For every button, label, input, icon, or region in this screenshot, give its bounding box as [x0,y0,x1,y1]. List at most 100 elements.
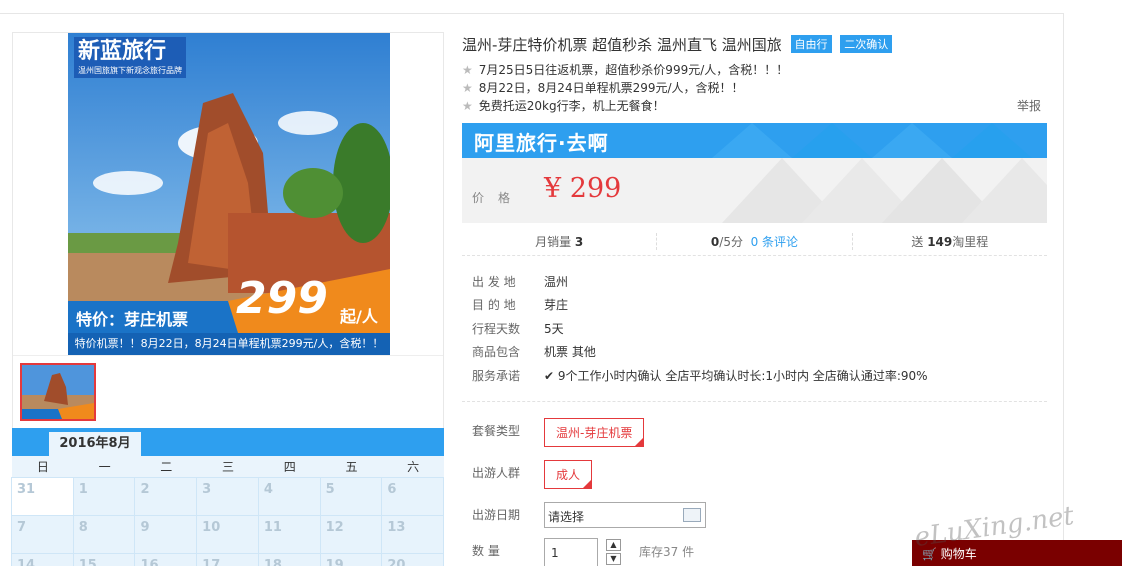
calendar-day[interactable]: 14 [11,553,74,566]
star-icon: ★ [462,99,473,113]
promo-price: 299 [236,273,328,324]
info-value: ✔ 9个工作小时内确认 全店平均确认时长:1小时内 全店确认通过率:90% [544,369,928,383]
reward-points: 送 149淘里程 [851,233,1047,250]
calendar-day[interactable]: 31 [11,477,74,516]
monthly-sales: 月销量 3 [462,233,656,250]
info-row-departure: 出 发 地 温州 [472,273,568,290]
calendar-weekdays: 日 一 二 三 四 五 六 [12,456,444,478]
calendar-day[interactable]: 1 [72,477,136,516]
info-label: 目 的 地 [472,298,516,312]
quantity-increase-button[interactable]: ▲ [606,539,621,551]
quantity-input[interactable]: 1 [544,538,598,566]
package-type-label: 套餐类型 [472,424,521,438]
monthly-sales-label: 月销量 [535,235,572,249]
points-suffix: 淘里程 [952,235,989,249]
calendar-day[interactable]: 7 [11,515,74,554]
price-value: ¥ 299 [544,173,622,204]
star-icon: ★ [462,81,473,95]
calendar-day[interactable]: 11 [257,515,321,554]
calendar-week-row: 31 1 2 3 4 5 6 [11,477,445,516]
promo-unit: 起/人 [340,307,378,326]
info-label: 商品包含 [472,345,521,359]
calendar-day[interactable]: 13 [381,515,445,554]
calendar-day[interactable]: 10 [196,515,259,554]
info-label: 出 发 地 [472,275,516,289]
reviews-link[interactable]: 0 条评论 [751,235,798,249]
promo-label: 特价：芽庄机票 [76,310,189,329]
logo-subtitle: 温州国旅旗下新观念旅行品牌 [78,66,182,75]
tag-free-travel: 自由行 [790,35,832,53]
rating-suffix: /5分 [719,235,743,249]
weekday: 三 [222,460,235,474]
info-row-days: 行程天数 5天 [472,320,564,337]
brand-logo: 新蓝旅行 温州国旅旗下新观念旅行品牌 [74,37,186,78]
calendar-day[interactable]: 8 [72,515,136,554]
calendar-day[interactable]: 3 [196,477,259,516]
rating: 0/5分 0 条评论 [656,233,851,250]
price-banner: 阿里旅行·去啊 价格 ¥ 299 [462,123,1047,223]
calendar-day[interactable]: 5 [319,477,383,516]
weekday: 二 [160,460,173,474]
cart-label: 购物车 [940,547,977,561]
monthly-sales-value: 3 [574,235,584,249]
product-title-text: 温州-芽庄特价机票 超值秒杀 温州直飞 温州国旅 [462,36,782,54]
calendar-day[interactable]: 12 [319,515,383,554]
feature-item: ★ 免费托运20kg行李，机上无餐食！ [462,97,665,114]
info-value: 5天 [544,322,564,336]
package-option[interactable]: 温州-芽庄机票 [544,418,645,447]
info-value: 温州 [544,275,569,289]
calendar-day[interactable]: 18 [257,553,321,566]
stock-count: 库存37 件 [639,545,695,559]
points-value: 149 [927,235,953,249]
feature-item: ★ 7月25日5日往返机票，超值秒杀价999元/人，含税！！！ [462,61,788,78]
thumbnail-1[interactable] [20,363,96,421]
travel-date-select[interactable]: 请选择 [544,502,706,528]
calendar-day[interactable]: 6 [381,477,445,516]
points-prefix: 送 [911,235,924,249]
info-row-destination: 目 的 地 芽庄 [472,296,568,313]
calendar-day[interactable]: 17 [196,553,259,566]
feature-item: ★ 8月22日，8月24日单程机票299元/人，含税！！ [462,79,744,96]
weekday: 日 [36,460,49,474]
info-value: 芽庄 [544,298,569,312]
calendar-day[interactable]: 15 [72,553,136,566]
calendar-day[interactable]: 16 [134,553,198,566]
info-row-includes: 商品包含 机票 其他 [472,343,596,360]
traveler-option[interactable]: 成人 [544,460,593,489]
calendar-header: 2016年8月 [12,428,444,456]
traveler-type-label: 出游人群 [472,466,521,480]
calendar-day[interactable]: 20 [381,553,445,566]
price-label: 价格 [472,191,525,205]
calendar-month-tab[interactable]: 2016年8月 [49,432,141,456]
main-product-image[interactable]: 新蓝旅行 温州国旅旗下新观念旅行品牌 特价：芽庄机票 299 起/人 特价机票！… [68,33,390,355]
feature-text: 8月22日，8月24日单程机票299元/人，含税！！ [478,81,744,95]
product-title: 温州-芽庄特价机票 超值秒杀 温州直飞 温州国旅 自由行 二次确认 [462,34,893,55]
promo-caption: 特价机票！！8月22日，8月24日单程机票299元/人，含税！！ [68,333,390,355]
quantity-label: 数 量 [472,544,500,558]
info-label: 服务承诺 [472,369,521,383]
info-label: 行程天数 [472,322,521,336]
feature-text: 7月25日5日往返机票，超值秒杀价999元/人，含税！！！ [478,63,789,77]
calendar-week-row: 14 15 16 17 18 19 20 [11,553,445,566]
star-icon: ★ [462,63,473,77]
weekday: 五 [345,460,358,474]
sales-stats: 月销量 3 0/5分 0 条评论 送 149淘里程 [462,228,1047,256]
tag-second-confirm: 二次确认 [840,35,893,53]
weekday: 四 [283,460,296,474]
travel-date-placeholder: 请选择 [548,510,585,524]
travel-date-label: 出游日期 [472,508,521,522]
calendar-day[interactable]: 9 [134,515,198,554]
weekday: 六 [407,460,420,474]
departure-calendar: 2016年8月 日 一 二 三 四 五 六 31 1 2 3 4 5 6 7 8… [11,428,445,566]
weekday: 一 [98,460,111,474]
info-row-service: 服务承诺 ✔ 9个工作小时内确认 全店平均确认时长:1小时内 全店确认通过率:9… [472,367,928,384]
calendar-day[interactable]: 19 [319,553,383,566]
calendar-day[interactable]: 4 [257,477,321,516]
calendar-icon[interactable] [683,508,701,522]
quantity-decrease-button[interactable]: ▼ [606,553,621,565]
calendar-day[interactable]: 2 [134,477,198,516]
calendar-week-row: 7 8 9 10 11 12 13 [11,515,445,554]
feature-text: 免费托运20kg行李，机上无餐食！ [478,99,665,113]
logo-text: 新蓝旅行 [78,39,167,64]
report-link[interactable]: 举报 [1017,97,1041,114]
